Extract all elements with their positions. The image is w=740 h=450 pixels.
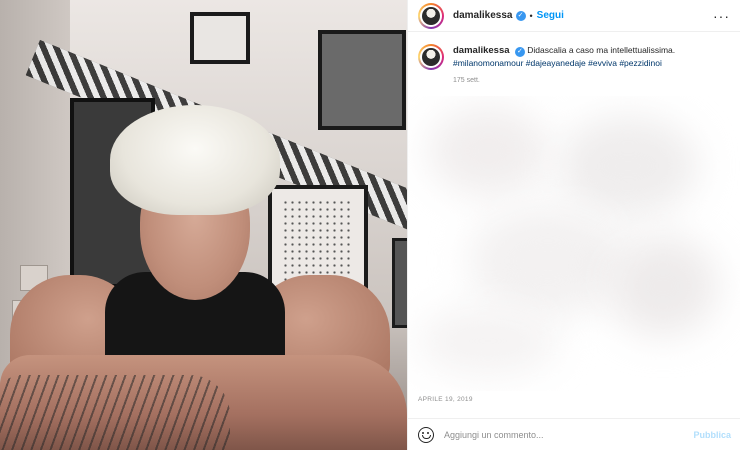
avatar[interactable] <box>418 2 444 29</box>
comments-area-blurred <box>408 96 740 391</box>
caption-avatar[interactable] <box>418 44 444 70</box>
follow-button[interactable]: Segui <box>537 10 564 21</box>
verified-badge-icon: ✓ <box>515 10 526 21</box>
caption-username[interactable]: damalikessa <box>453 45 510 56</box>
publish-button[interactable]: Pubblica <box>693 430 731 440</box>
caption-hashtags[interactable]: #milanomonamour #dajeayanedaje #evviva #… <box>453 57 723 69</box>
comment-input[interactable] <box>444 429 664 440</box>
separator-dot: • <box>529 10 533 21</box>
caption: damalikessa ✓ Didascalia a caso ma intel… <box>408 32 740 87</box>
post-photo[interactable] <box>0 0 407 450</box>
add-comment-bar: Pubblica <box>408 418 740 450</box>
emoji-smile-icon[interactable] <box>418 426 434 443</box>
caption-time[interactable]: 175 sett. <box>453 75 723 87</box>
wall-frame <box>392 238 407 328</box>
more-options-icon[interactable]: ··· <box>713 8 730 24</box>
wall-frame <box>190 12 250 64</box>
verified-badge-icon: ✓ <box>514 46 525 57</box>
post-date[interactable]: APRILE 19, 2019 <box>418 396 473 403</box>
person-hair <box>110 105 280 215</box>
wall-frame <box>318 30 406 130</box>
post-header: damalikessa ✓ • Segui ··· <box>408 0 740 32</box>
post-side-panel: damalikessa ✓ • Segui ··· damalikessa ✓ … <box>407 0 740 450</box>
arm-tattoo <box>0 375 230 450</box>
caption-text: Didascalia a caso ma intellettualissima. <box>527 45 676 55</box>
header-username[interactable]: damalikessa <box>453 10 513 21</box>
instagram-post: damalikessa ✓ • Segui ··· damalikessa ✓ … <box>0 0 740 450</box>
